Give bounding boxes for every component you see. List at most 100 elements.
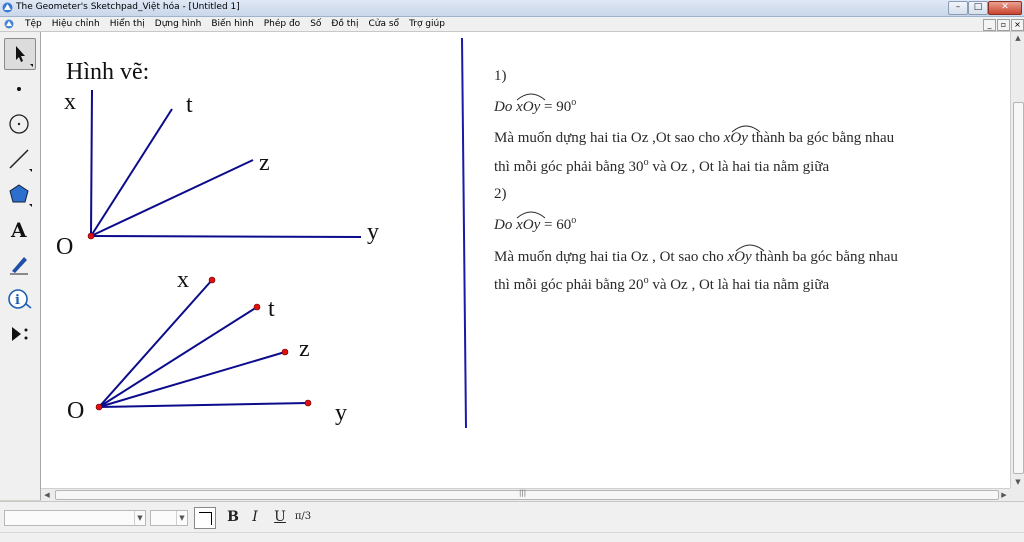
- menu-item-8[interactable]: Cửa sổ: [364, 18, 405, 30]
- arrow-icon: [16, 46, 33, 67]
- menu-bar: Tệp Hiệu chỉnh Hiển thị Dựng hình Biến hình P…: [0, 17, 1024, 32]
- toolbox: A i: [0, 32, 41, 500]
- text-toolbar: ▼ ▼ B I U π/3: [0, 501, 1024, 533]
- window-title: The Geometer's Sketchpad_Việt hóa - [Unt…: [16, 2, 240, 12]
- ray-ox-1[interactable]: [90, 89, 93, 237]
- scroll-right-arrow-icon[interactable]: ▶: [998, 489, 1010, 501]
- scroll-left-arrow-icon[interactable]: ◀: [41, 489, 53, 501]
- ray-oz-2[interactable]: [98, 351, 286, 408]
- scroll-down-arrow-icon[interactable]: ▼: [1011, 476, 1024, 488]
- svg-text:i: i: [15, 293, 20, 308]
- figure-2[interactable]: x t z y O: [67, 267, 347, 426]
- menu-item-3[interactable]: Dựng hình: [150, 18, 207, 30]
- menu-item-7[interactable]: Đồ thị: [326, 18, 363, 30]
- label-o-1: O: [56, 234, 73, 260]
- menu-item-9[interactable]: Trợ giúp: [404, 18, 450, 30]
- menu-item-2[interactable]: Hiển thị: [105, 18, 150, 30]
- sketch-drawing[interactable]: Hình vẽ: x t z y O x t z y O 1) Do xOy =…: [41, 32, 1010, 488]
- horizontal-scroll-thumb[interactable]: [55, 490, 999, 500]
- point-tool[interactable]: [4, 74, 34, 104]
- scroll-up-arrow-icon[interactable]: ▲: [1011, 32, 1024, 44]
- pen-icon: [10, 257, 28, 275]
- compass-tool[interactable]: [4, 109, 34, 139]
- doc-minimize-button[interactable]: _: [983, 19, 996, 31]
- circle-icon: [9, 114, 29, 134]
- text-tool[interactable]: A: [4, 214, 34, 244]
- doc-close-button[interactable]: ×: [1011, 19, 1024, 31]
- ray-ot-2[interactable]: [98, 306, 258, 408]
- menu-item-1[interactable]: Hiệu chỉnh: [47, 18, 105, 30]
- bold-button[interactable]: B: [224, 508, 242, 526]
- label-z-2: z: [299, 336, 310, 362]
- maximize-button[interactable]: □: [968, 1, 988, 15]
- vertical-scrollbar[interactable]: ▲ ▼: [1010, 32, 1024, 488]
- point-o-2[interactable]: [95, 403, 103, 411]
- menu-item-4[interactable]: Biến hình: [206, 18, 258, 30]
- part2-number: 2): [494, 186, 507, 202]
- menu-item-6[interactable]: Số: [305, 18, 326, 30]
- font-size-select[interactable]: ▼: [150, 510, 188, 526]
- vertical-scroll-thumb[interactable]: [1013, 102, 1024, 474]
- info-icon: i: [8, 289, 32, 309]
- math-format-button[interactable]: π/3: [294, 508, 312, 526]
- figure-1[interactable]: x t z y O: [56, 89, 379, 260]
- part2-given: Do xOy = 60o: [493, 215, 576, 233]
- polygon-icon: [9, 184, 32, 207]
- horizontal-scrollbar[interactable]: ◀ ||| ▶: [41, 488, 1010, 501]
- scroll-grip-icon: |||: [519, 489, 527, 497]
- part2-line1: Mà muốn dựng hai tia Oz , Ot sao cho xOy…: [494, 249, 898, 265]
- custom-tool[interactable]: [4, 319, 34, 349]
- part1-line2: thì mỗi góc phải bằng 30o và Oz , Ot là …: [494, 157, 829, 175]
- menu-items: Tệp Hiệu chỉnh Hiển thị Dựng hình Biến hình P…: [20, 18, 450, 30]
- label-y-1: y: [367, 219, 379, 245]
- point-x-2[interactable]: [208, 276, 216, 284]
- close-button[interactable]: ✕: [988, 1, 1022, 15]
- ray-ox-2[interactable]: [98, 279, 213, 408]
- doc-restore-button[interactable]: ▫: [997, 19, 1010, 31]
- document-icon[interactable]: [4, 19, 14, 29]
- play-custom-icon: [12, 327, 28, 341]
- point-o-1[interactable]: [87, 232, 95, 240]
- divider-segment[interactable]: [461, 37, 467, 429]
- solution-text[interactable]: 1) Do xOy = 90o Mà muốn dựng hai tia Oz …: [493, 68, 898, 293]
- label-o-2: O: [67, 398, 84, 424]
- polygon-tool[interactable]: [4, 179, 34, 209]
- marker-tool[interactable]: [4, 249, 34, 279]
- label-x-2: x: [177, 267, 189, 293]
- dropdown-arrow-icon: ▼: [176, 511, 187, 525]
- label-t-1: t: [186, 92, 193, 118]
- point-y-2[interactable]: [304, 399, 312, 407]
- italic-button[interactable]: I: [246, 508, 264, 526]
- underline-button[interactable]: U: [271, 508, 289, 526]
- point-t-2[interactable]: [253, 303, 261, 311]
- label-z-1: z: [259, 150, 270, 176]
- text-a-icon: A: [10, 218, 27, 242]
- menu-item-0[interactable]: Tệp: [20, 18, 47, 30]
- minimize-button[interactable]: –: [948, 1, 968, 15]
- menu-item-5[interactable]: Phép đo: [259, 18, 305, 30]
- straightedge-tool[interactable]: [4, 144, 34, 174]
- part1-given: Do xOy = 90o: [493, 97, 576, 115]
- part1-number: 1): [494, 68, 507, 84]
- scroll-corner: [1010, 488, 1024, 501]
- segment-icon: [9, 149, 32, 172]
- ray-oy-2[interactable]: [98, 402, 309, 408]
- label-x-1: x: [64, 89, 76, 115]
- point-icon: [17, 87, 21, 91]
- app-icon: [2, 2, 13, 13]
- label-y-2: y: [335, 400, 347, 426]
- sketch-canvas[interactable]: Hình vẽ: x t z y O x t z y O 1) Do xOy =…: [41, 32, 1010, 488]
- font-family-select[interactable]: ▼: [4, 510, 146, 526]
- information-tool[interactable]: i: [4, 284, 34, 314]
- label-t-2: t: [268, 296, 275, 322]
- point-z-2[interactable]: [281, 348, 289, 356]
- dropdown-arrow-icon: ▼: [134, 511, 145, 525]
- part2-line2: thì mỗi góc phải bằng 20o và Oz , Ot là …: [494, 275, 829, 293]
- ray-oy-1[interactable]: [90, 235, 362, 238]
- figure-heading: Hình vẽ:: [66, 59, 149, 85]
- arrow-select-tool[interactable]: [4, 38, 36, 70]
- part1-line1: Mà muốn dựng hai tia Oz ,Ot sao cho xOy …: [494, 130, 895, 146]
- text-color-box[interactable]: [194, 507, 216, 529]
- svg-text:A: A: [10, 218, 27, 242]
- title-bar: The Geometer's Sketchpad_Việt hóa - [Unt…: [0, 0, 1024, 17]
